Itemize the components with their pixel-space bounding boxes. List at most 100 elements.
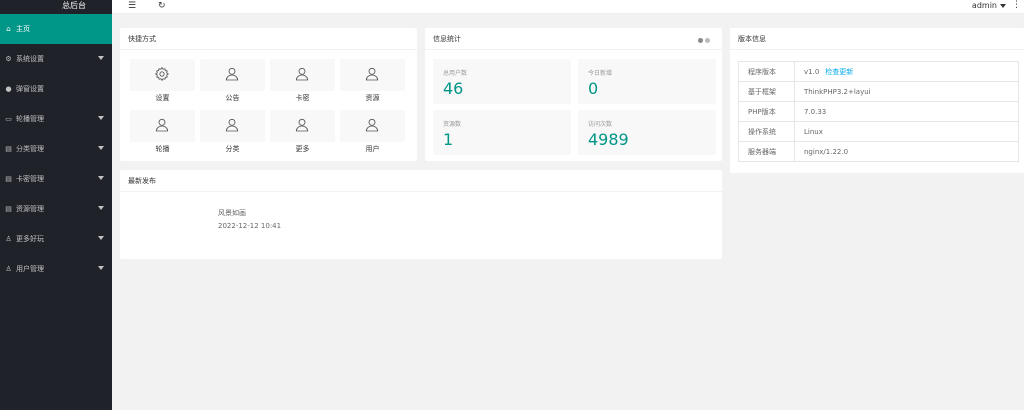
chevron-down-icon (98, 116, 104, 120)
table-row: 操作系统 Linux (738, 121, 1019, 142)
carousel-dot[interactable] (698, 38, 703, 43)
version-value-cell: 7.0.33 (794, 101, 1019, 122)
list-icon: ▤ (5, 145, 12, 153)
image-icon: ▭ (5, 115, 12, 123)
quick-access-title: 快捷方式 (120, 28, 417, 50)
user-icon (130, 110, 195, 142)
sidebar-item[interactable]: ▭ 轮播管理 (0, 104, 112, 134)
refresh-icon[interactable]: ↻ (158, 1, 166, 11)
sidebar-item-label: 轮播管理 (16, 115, 44, 123)
stat-value: 46 (443, 79, 464, 98)
chevron-down-icon (98, 56, 104, 60)
quick-access-label: 轮播 (155, 145, 170, 153)
stat-tile: 总用户数 46 (433, 59, 571, 104)
list-icon: ▤ (5, 175, 12, 183)
version-value-cell: nginx/1.22.0 (794, 141, 1019, 162)
app-title: 总后台 (62, 1, 86, 10)
quick-access-label: 设置 (155, 94, 170, 102)
post-date: 2022-12-12 10:41 (218, 222, 282, 230)
sidebar: 总后台 ⌂ 主页 ⚙ 系统设置 ● 弹窗设置 ▭ 轮播管理 ▤ 分类管理 ▤ 卡密管理 ▤ 资源管理 ♙ 更多… (0, 0, 112, 410)
home-icon: ⌂ (6, 25, 11, 33)
user-icon: ♙ (5, 235, 12, 243)
quick-access-item[interactable]: 轮播 (130, 110, 195, 156)
version-value: nginx/1.22.0 (804, 147, 849, 156)
sidebar-item-label: 用户管理 (16, 265, 44, 273)
check-update-link[interactable]: 检查更新 (825, 68, 853, 76)
user-icon (200, 59, 265, 91)
version-value: Linux (804, 127, 823, 136)
latest-title: 最新发布 (120, 170, 722, 192)
table-row: 程序版本 v1.0 检查更新 (738, 61, 1019, 82)
stat-value: 4989 (588, 130, 629, 149)
stat-label: 总用户数 (443, 70, 468, 77)
sidebar-item[interactable]: ♙ 用户管理 (0, 254, 112, 284)
post-title[interactable]: 风景如画 (218, 208, 246, 218)
table-row: PHP版本 7.0.33 (738, 101, 1019, 122)
user-icon (200, 110, 265, 142)
stat-tile: 资源数 1 (433, 110, 571, 155)
chevron-down-icon (98, 176, 104, 180)
stat-label: 今日新增 (588, 70, 613, 77)
chevron-down-icon (98, 236, 104, 240)
topbar: ☰ ↻ admin ⋮ (112, 0, 1024, 14)
version-title: 版本信息 (730, 28, 1024, 50)
quick-access-label: 公告 (225, 94, 240, 102)
version-value-cell: v1.0 检查更新 (794, 61, 1019, 82)
user-icon: ♙ (5, 265, 12, 273)
sidebar-item[interactable]: ⚙ 系统设置 (0, 44, 112, 74)
version-key: 程序版本 (738, 61, 795, 82)
carousel-dots[interactable] (696, 37, 710, 45)
version-value: 7.0.33 (804, 107, 827, 116)
gear-icon: ⚙ (5, 55, 12, 63)
table-row: 基于框架 ThinkPHP3.2+layui (738, 81, 1019, 102)
quick-access-item[interactable]: 资源 (340, 59, 405, 105)
stat-value: 0 (588, 79, 599, 98)
version-key: 操作系统 (738, 121, 795, 142)
menu-toggle-icon[interactable]: ☰ (128, 1, 136, 11)
sidebar-item-label: 更多好玩 (16, 235, 44, 243)
sidebar-item-label: 卡密管理 (16, 175, 44, 183)
quick-access-label: 资源 (365, 94, 380, 102)
table-row: 服务器端 nginx/1.22.0 (738, 141, 1019, 162)
chevron-down-icon (98, 266, 104, 270)
quick-access-item[interactable]: 更多 (270, 110, 335, 156)
version-table: 程序版本 v1.0 检查更新 基于框架 ThinkPHP3.2+layui PHP版本 7.… (738, 61, 1019, 162)
dot-icon: ● (5, 85, 12, 93)
user-icon (270, 110, 335, 142)
sidebar-item[interactable]: ● 弹窗设置 (0, 74, 112, 104)
quick-access-label: 用户 (365, 145, 380, 153)
stats-card: 信息统计 总用户数 46 今日新增 0 资源数 1 访问次数 4989 (425, 28, 722, 161)
sidebar-item-label: 资源管理 (16, 205, 44, 213)
stat-label: 资源数 (443, 121, 462, 128)
more-icon[interactable]: ⋮ (1012, 0, 1021, 10)
sidebar-item[interactable]: ♙ 更多好玩 (0, 224, 112, 254)
latest-card: 最新发布 风景如画 2022-12-12 10:41 (120, 170, 722, 259)
sidebar-nav: ⌂ 主页 ⚙ 系统设置 ● 弹窗设置 ▭ 轮播管理 ▤ 分类管理 ▤ 卡密管理 ▤ 资源管理 ♙ 更多好玩 ♙ 用… (0, 14, 112, 284)
user-icon (340, 59, 405, 91)
version-card: 版本信息 程序版本 v1.0 检查更新 基于框架 ThinkPHP3.2+layui PH… (730, 28, 1024, 173)
quick-access-item[interactable]: 卡密 (270, 59, 335, 105)
quick-access-label: 卡密 (295, 94, 310, 102)
carousel-dot[interactable] (705, 38, 710, 43)
version-value-cell: Linux (794, 121, 1019, 142)
list-icon: ▤ (5, 205, 12, 213)
quick-access-label: 分类 (225, 145, 240, 153)
gear-icon (130, 59, 195, 91)
sidebar-item-label: 分类管理 (16, 145, 44, 153)
quick-access-card: 快捷方式 设置 公告 卡密 资源轮播 分类 更多 用户 (120, 28, 417, 161)
stat-tile: 今日新增 0 (578, 59, 716, 104)
quick-access-item[interactable]: 设置 (130, 59, 195, 105)
quick-access-item[interactable]: 用户 (340, 110, 405, 156)
quick-access-label: 更多 (295, 145, 310, 153)
quick-access-item[interactable]: 公告 (200, 59, 265, 105)
chevron-down-icon (98, 206, 104, 210)
sidebar-item[interactable]: ▤ 资源管理 (0, 194, 112, 224)
user-name: admin (971, 1, 997, 10)
sidebar-item-label: 系统设置 (16, 55, 44, 63)
quick-access-item[interactable]: 分类 (200, 110, 265, 156)
version-key: 服务器端 (738, 141, 795, 162)
user-menu[interactable]: admin (972, 1, 1006, 10)
sidebar-item[interactable]: ▤ 分类管理 (0, 134, 112, 164)
sidebar-item[interactable]: ⌂ 主页 (0, 14, 112, 44)
sidebar-item[interactable]: ▤ 卡密管理 (0, 164, 112, 194)
